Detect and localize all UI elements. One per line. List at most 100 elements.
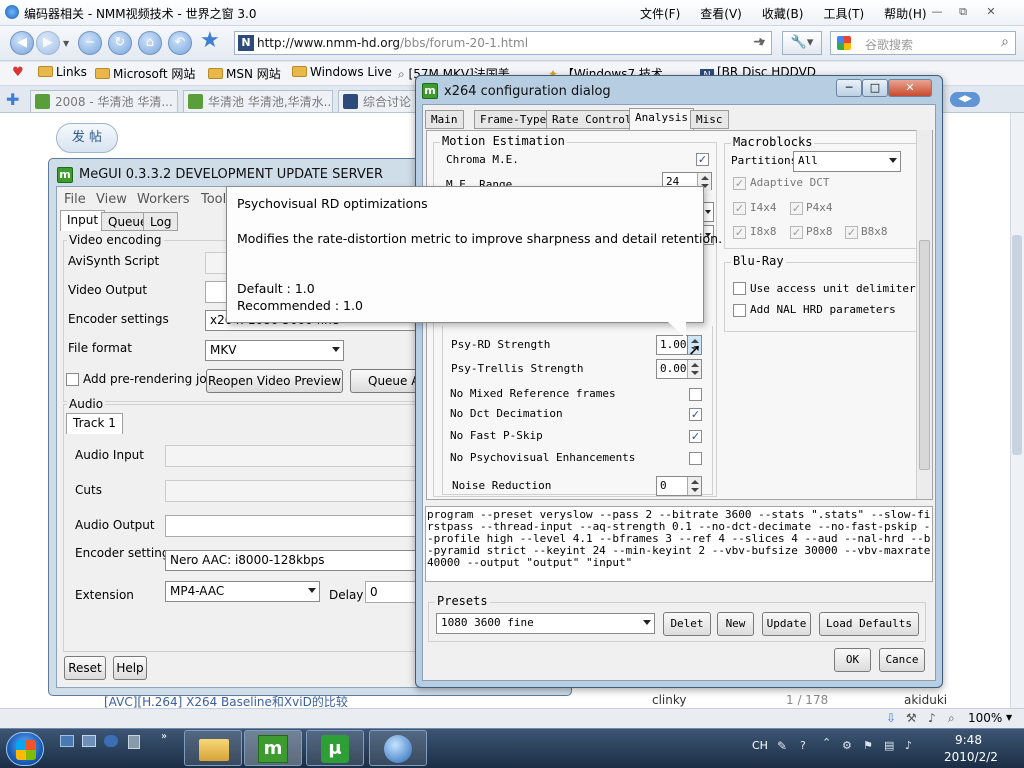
cuts-field[interactable] [165, 480, 420, 502]
close-icon[interactable]: ✕ [980, 3, 1002, 21]
prerender-checkbox[interactable] [66, 373, 79, 386]
adaptive-dct-checkbox[interactable]: ✓ [733, 177, 746, 190]
fav-msn[interactable]: MSN 网站 [208, 65, 281, 82]
p4x4-checkbox[interactable]: ✓ [790, 202, 803, 215]
menu-favorites[interactable]: 收藏(B) [762, 5, 804, 22]
no-psy-checkbox[interactable] [689, 452, 702, 465]
restore-icon[interactable]: ⧉ [952, 3, 974, 21]
quicklaunch-desktop-icon[interactable] [60, 735, 74, 747]
spin-up-icon[interactable] [691, 363, 699, 367]
megui-menu-workers[interactable]: Workers [137, 192, 190, 207]
file-format-combo[interactable]: MKV [205, 340, 344, 361]
back-icon[interactable]: ◀ [10, 31, 34, 55]
update-preset-button[interactable]: Update [762, 612, 811, 636]
ok-button[interactable]: OK [834, 648, 871, 672]
clock-date[interactable]: 2010/2/2 [944, 750, 998, 764]
post-button[interactable]: 发 帖 [56, 123, 118, 153]
tab-forum[interactable]: 综合讨论 [338, 90, 418, 112]
clock-time[interactable]: 9:48 [955, 733, 982, 747]
megui-menu-file[interactable]: File [64, 192, 86, 207]
i4x4-checkbox[interactable]: ✓ [733, 202, 746, 215]
zoom-icon[interactable]: ⌕ [948, 711, 955, 726]
spin-down-icon[interactable] [691, 488, 699, 492]
favorites-heart-icon[interactable]: ♥ [12, 65, 24, 80]
no-fast-pskip-checkbox[interactable]: ✓ [689, 430, 702, 443]
noise-reduction-spinner[interactable]: 0 [656, 476, 702, 496]
load-defaults-button[interactable]: Load Defaults [819, 612, 919, 636]
volume-icon[interactable]: ♪ [905, 739, 912, 752]
search-input[interactable]: 谷歌搜索 ⌕ [830, 31, 1016, 55]
fav-microsoft[interactable]: Microsoft 网站 [95, 65, 195, 82]
fav-links[interactable]: Links [38, 65, 87, 79]
go-arrow-icon[interactable]: ➜ [746, 31, 772, 55]
tools-wrench-icon[interactable]: 🔧▾ [782, 31, 822, 55]
audio-track-1-tab[interactable]: Track 1 [66, 413, 123, 434]
preset-combo[interactable]: 1080 3600 fine [436, 613, 655, 634]
action-center-flag-icon[interactable]: ⚑ [863, 739, 873, 752]
psy-trellis-spinner[interactable]: 0.00 [656, 359, 702, 379]
spin-up-icon[interactable] [691, 480, 699, 484]
wrench-icon[interactable]: ⚒ [906, 711, 917, 725]
aud-checkbox[interactable] [733, 282, 746, 295]
thread-author[interactable]: clinky [652, 693, 687, 707]
partitions-combo[interactable]: All [793, 151, 901, 172]
stop-icon[interactable]: − [78, 31, 102, 55]
reopen-video-preview-button[interactable]: Reopen Video Preview [206, 369, 343, 393]
audio-output-field[interactable] [165, 515, 420, 537]
scrollbar-thumb[interactable] [1012, 235, 1022, 455]
x264-tab-frame-type[interactable]: Frame-Type [474, 110, 553, 129]
new-preset-button[interactable]: New [717, 612, 754, 636]
tab-scroll-icon[interactable]: ◀▶ [950, 92, 980, 107]
search-icon[interactable]: ⌕ [1001, 34, 1009, 50]
tray-app-icon[interactable]: ⚙ [842, 739, 852, 752]
taskbar-megui[interactable]: m [244, 730, 302, 766]
quicklaunch-recycle-icon[interactable] [128, 735, 140, 749]
megui-menu-tools[interactable]: Tools [201, 192, 225, 207]
zoom-dropdown-icon[interactable]: ▼ [1006, 713, 1012, 722]
audio-input-field[interactable] [165, 445, 420, 467]
x264-tab-rate-control[interactable]: Rate Control [546, 110, 638, 129]
history-dropdown-icon[interactable]: ▼ [63, 39, 69, 48]
new-tab-plus-icon[interactable]: ✚ [6, 90, 19, 109]
tray-expand-icon[interactable]: ⌃ [822, 736, 831, 749]
menu-view[interactable]: 查看(V) [700, 5, 742, 22]
home-icon[interactable]: ⌂ [138, 31, 162, 55]
taskbar-browser[interactable] [369, 730, 427, 766]
spin-up-icon[interactable] [701, 176, 709, 180]
b8x8-checkbox[interactable]: ✓ [845, 226, 858, 239]
fav-windows-live[interactable]: Windows Live [292, 65, 392, 79]
download-icon[interactable]: ⇩ [886, 711, 896, 725]
dialog-minimize-icon[interactable]: ─ [836, 79, 862, 97]
megui-tab-input[interactable]: Input [60, 210, 106, 231]
cancel-button[interactable]: Cance [879, 648, 925, 672]
scrollbar-thumb[interactable] [919, 240, 930, 470]
quicklaunch-ie-icon[interactable] [104, 735, 118, 747]
tab-huaqingchi-2[interactable]: 华清池 华清池,华清水... [183, 90, 333, 112]
speaker-icon[interactable]: ♪ [928, 711, 936, 725]
thread-last-poster[interactable]: akiduki [904, 693, 947, 707]
help-button[interactable]: Help [113, 656, 147, 680]
i8x8-checkbox[interactable]: ✓ [733, 226, 746, 239]
extension-combo[interactable]: MP4-AAC [165, 581, 320, 602]
x264-tab-analysis[interactable]: Analysis [629, 108, 694, 130]
forward-icon[interactable]: ▶ [36, 31, 60, 55]
reset-button[interactable]: Reset [64, 656, 106, 680]
quicklaunch-more-icon[interactable]: » [161, 731, 167, 742]
menu-file[interactable]: 文件(F) [640, 5, 680, 22]
favorite-star-icon[interactable]: ★ [200, 28, 220, 53]
audio-encoder-combo[interactable]: Nero AAC: i8000-128kbps [165, 550, 420, 571]
no-dct-decimation-checkbox[interactable]: ✓ [689, 408, 702, 421]
chroma-me-checkbox[interactable]: ✓ [696, 153, 709, 166]
delete-preset-button[interactable]: Delet [663, 612, 711, 636]
delay-input[interactable]: 0 [365, 581, 420, 603]
zoom-level[interactable]: 100% [968, 711, 1002, 725]
refresh-icon[interactable]: ↻ [108, 31, 132, 55]
start-button[interactable] [6, 732, 44, 766]
ime-icon[interactable]: ✎ [777, 739, 787, 753]
help-icon[interactable]: ? [800, 739, 806, 752]
quicklaunch-switch-icon[interactable] [82, 735, 96, 747]
analysis-scrollbar[interactable] [916, 130, 932, 499]
network-icon[interactable]: ▤ [884, 739, 894, 752]
minimize-icon[interactable]: — [926, 3, 948, 21]
megui-tab-log[interactable]: Log [143, 212, 179, 231]
